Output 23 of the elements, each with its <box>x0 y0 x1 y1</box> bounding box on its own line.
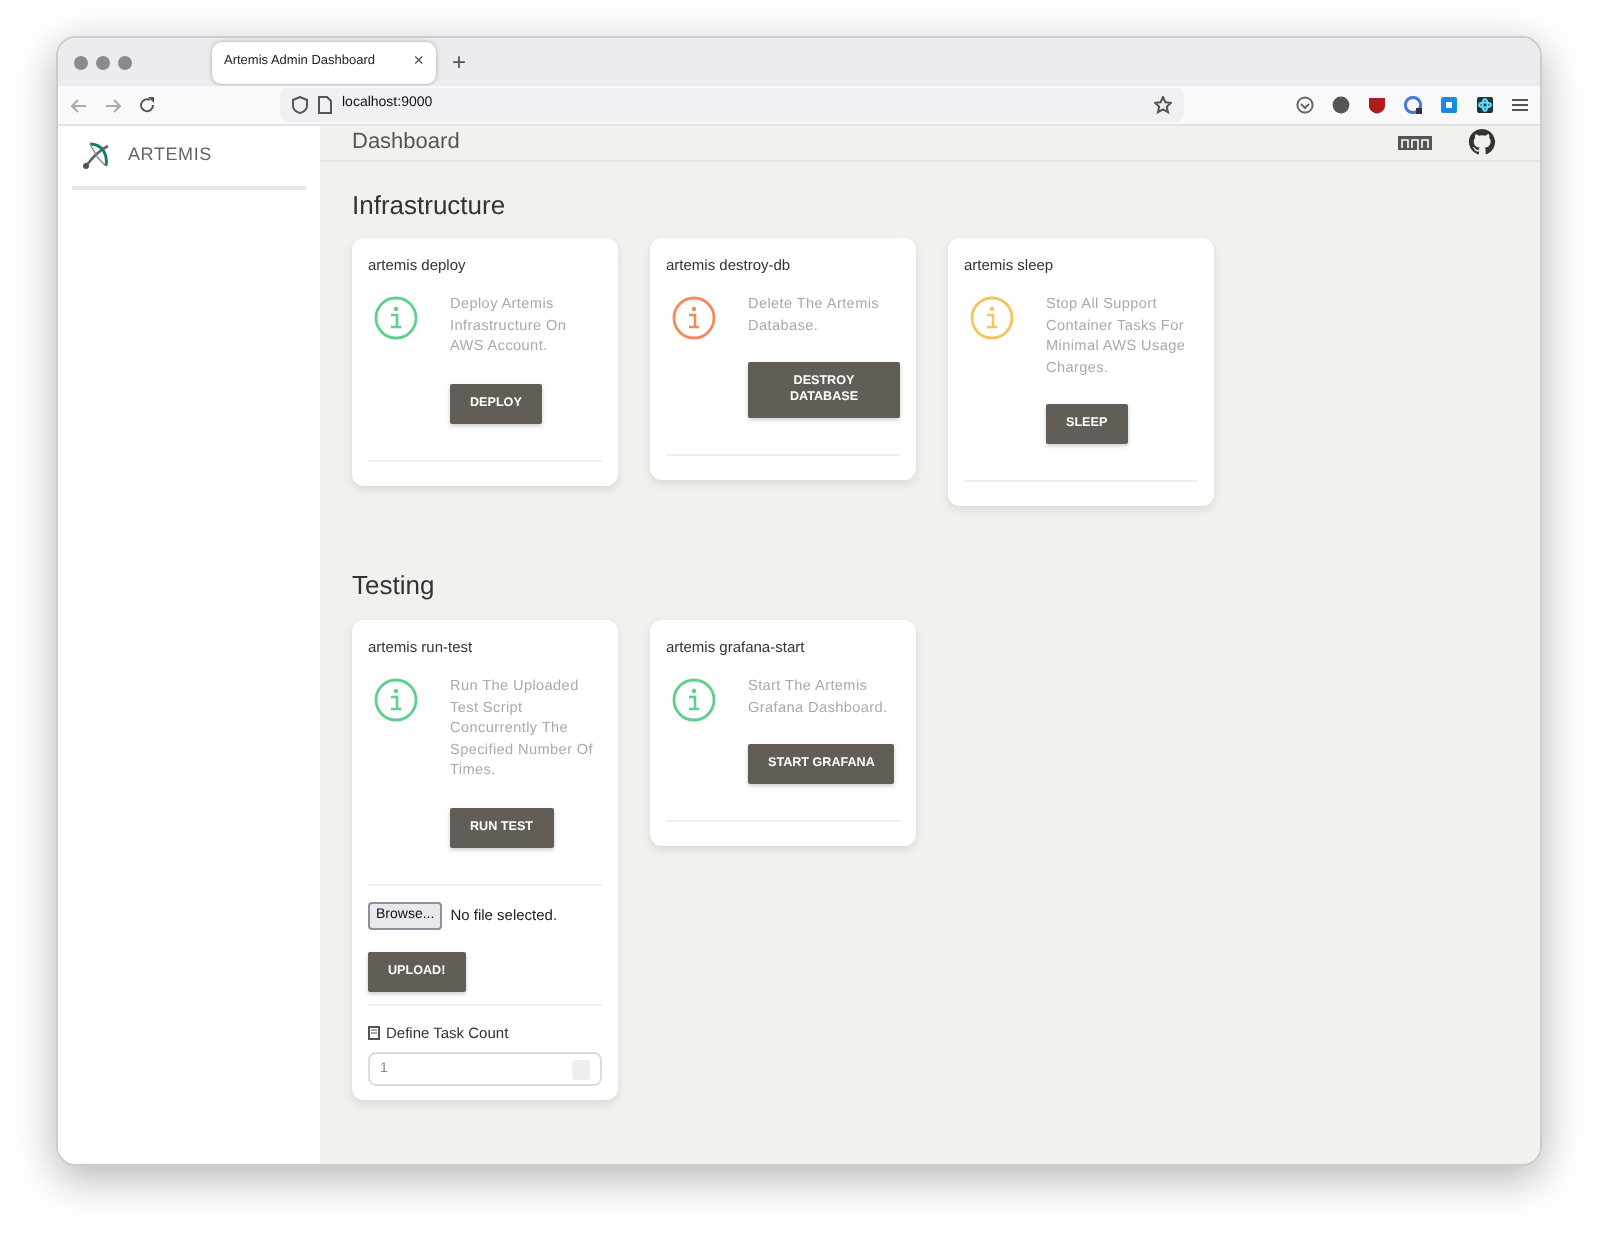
section-title: Infrastructure <box>352 189 508 221</box>
new-tab-button[interactable]: + <box>452 44 467 80</box>
star-icon[interactable] <box>1154 96 1172 114</box>
menu-icon[interactable] <box>1512 98 1528 112</box>
window-control-dot[interactable] <box>74 55 88 69</box>
tab-close-button[interactable]: × <box>413 48 424 76</box>
pocket-icon[interactable] <box>1296 96 1314 114</box>
calculator-icon <box>368 1026 380 1041</box>
brand-name: ARTEMIS <box>128 142 212 169</box>
window-control-dot[interactable] <box>118 55 132 69</box>
section-title: Testing <box>352 570 437 602</box>
page-icon <box>318 96 332 114</box>
react-icon[interactable] <box>1476 96 1494 114</box>
npm-logo-icon[interactable] <box>1398 135 1432 150</box>
extension-icon[interactable] <box>1332 96 1350 114</box>
bow-and-arrow-logo-icon <box>80 142 112 170</box>
extension-icon[interactable] <box>1404 96 1422 114</box>
shield-icon[interactable] <box>1368 96 1386 114</box>
window-control-dot[interactable] <box>96 55 110 69</box>
page-title: Dashboard <box>352 128 460 158</box>
github-icon[interactable] <box>1468 128 1496 157</box>
reload-icon[interactable] <box>138 96 156 114</box>
shield-icon <box>292 96 308 114</box>
